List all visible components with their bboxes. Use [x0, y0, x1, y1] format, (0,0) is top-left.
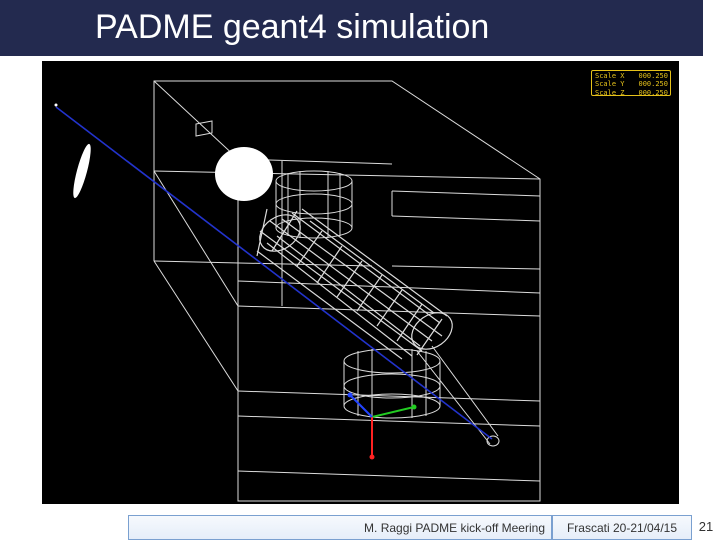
footer-author: M. Raggi PADME kick-off Meering — [128, 515, 552, 540]
scale-x-label: Scale X — [595, 72, 625, 80]
scale-z-value: 000.250 — [638, 88, 668, 97]
scale-y-value: 000.250 — [638, 80, 668, 89]
scale-y-label: Scale Y — [595, 80, 625, 89]
title-bar: PADME geant4 simulation — [0, 0, 703, 56]
scale-z-label: Scale Z — [595, 88, 625, 97]
page-number: 21 — [698, 519, 714, 534]
scale-x-value: 000.250 — [638, 72, 668, 80]
slide-title: PADME geant4 simulation — [95, 8, 490, 46]
detector-wireframe — [54, 80, 541, 502]
scale-z-row: Scale Z 000.250 — [595, 89, 668, 97]
scale-y-row: Scale Y 000.250 — [595, 80, 668, 88]
scale-x-row: Scale X 000.250 — [595, 72, 668, 80]
geant4-viewport[interactable]: Scale X 000.250 Scale Y 000.250 Scale Z … — [42, 61, 679, 504]
footer-place-date: Frascati 20-21/04/15 — [552, 515, 692, 540]
scale-readout: Scale X 000.250 Scale Y 000.250 Scale Z … — [591, 70, 671, 97]
